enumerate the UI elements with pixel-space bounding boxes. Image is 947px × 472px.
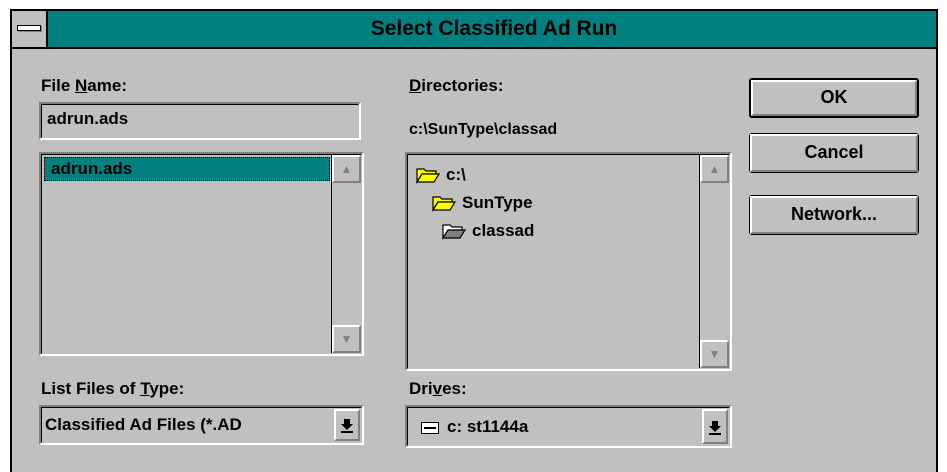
scroll-up-arrow-icon[interactable]: ▲ <box>700 155 729 183</box>
title-bar[interactable]: Select Classified Ad Run <box>12 11 936 49</box>
system-menu-icon <box>17 25 41 31</box>
directory-item-root[interactable]: c:\ <box>416 165 466 185</box>
file-list[interactable]: adrun.ads ▲ ▼ <box>39 152 364 356</box>
directories-label: Directories: <box>409 76 504 95</box>
file-list-item-selected[interactable]: adrun.ads <box>44 157 330 181</box>
dropdown-arrow-icon <box>341 419 353 433</box>
dialog-window: Select Classified Ad Run File Name: adru… <box>10 9 938 472</box>
hard-drive-icon <box>421 421 439 434</box>
directory-item-classad[interactable]: classad <box>442 221 534 241</box>
open-folder-selected-icon <box>442 224 466 240</box>
directory-tree-scrollbar[interactable]: ▲ ▼ <box>699 155 729 368</box>
open-folder-icon <box>432 196 456 212</box>
scroll-down-arrow-icon[interactable]: ▼ <box>700 340 729 368</box>
drives-label: Drives: <box>409 379 467 398</box>
scroll-down-arrow-icon[interactable]: ▼ <box>332 325 361 353</box>
scroll-up-arrow-icon[interactable]: ▲ <box>332 155 361 183</box>
dropdown-arrow-button[interactable] <box>702 409 728 444</box>
file-name-input[interactable]: adrun.ads <box>39 102 361 140</box>
open-folder-icon <box>416 168 440 184</box>
directory-tree[interactable]: c:\ SunType classad ▲ ▼ <box>405 152 732 371</box>
file-type-label: List Files of Type: <box>41 379 185 398</box>
window-title: Select Classified Ad Run <box>370 17 618 40</box>
dropdown-arrow-button[interactable] <box>334 409 360 441</box>
system-menu-button[interactable] <box>12 11 48 47</box>
drives-dropdown[interactable]: c: st1144a <box>405 405 732 448</box>
current-directory-path: c:\SunType\classad <box>409 121 558 138</box>
dropdown-arrow-icon <box>709 420 721 435</box>
network-button[interactable]: Network... <box>749 195 919 235</box>
cancel-button[interactable]: Cancel <box>749 133 919 173</box>
ok-button[interactable]: OK <box>749 78 919 118</box>
file-list-scrollbar[interactable]: ▲ ▼ <box>331 155 361 353</box>
file-name-label: File Name: <box>41 76 127 95</box>
file-type-dropdown[interactable]: Classified Ad Files (*.AD <box>39 405 364 445</box>
directory-item-suntype[interactable]: SunType <box>432 193 533 213</box>
